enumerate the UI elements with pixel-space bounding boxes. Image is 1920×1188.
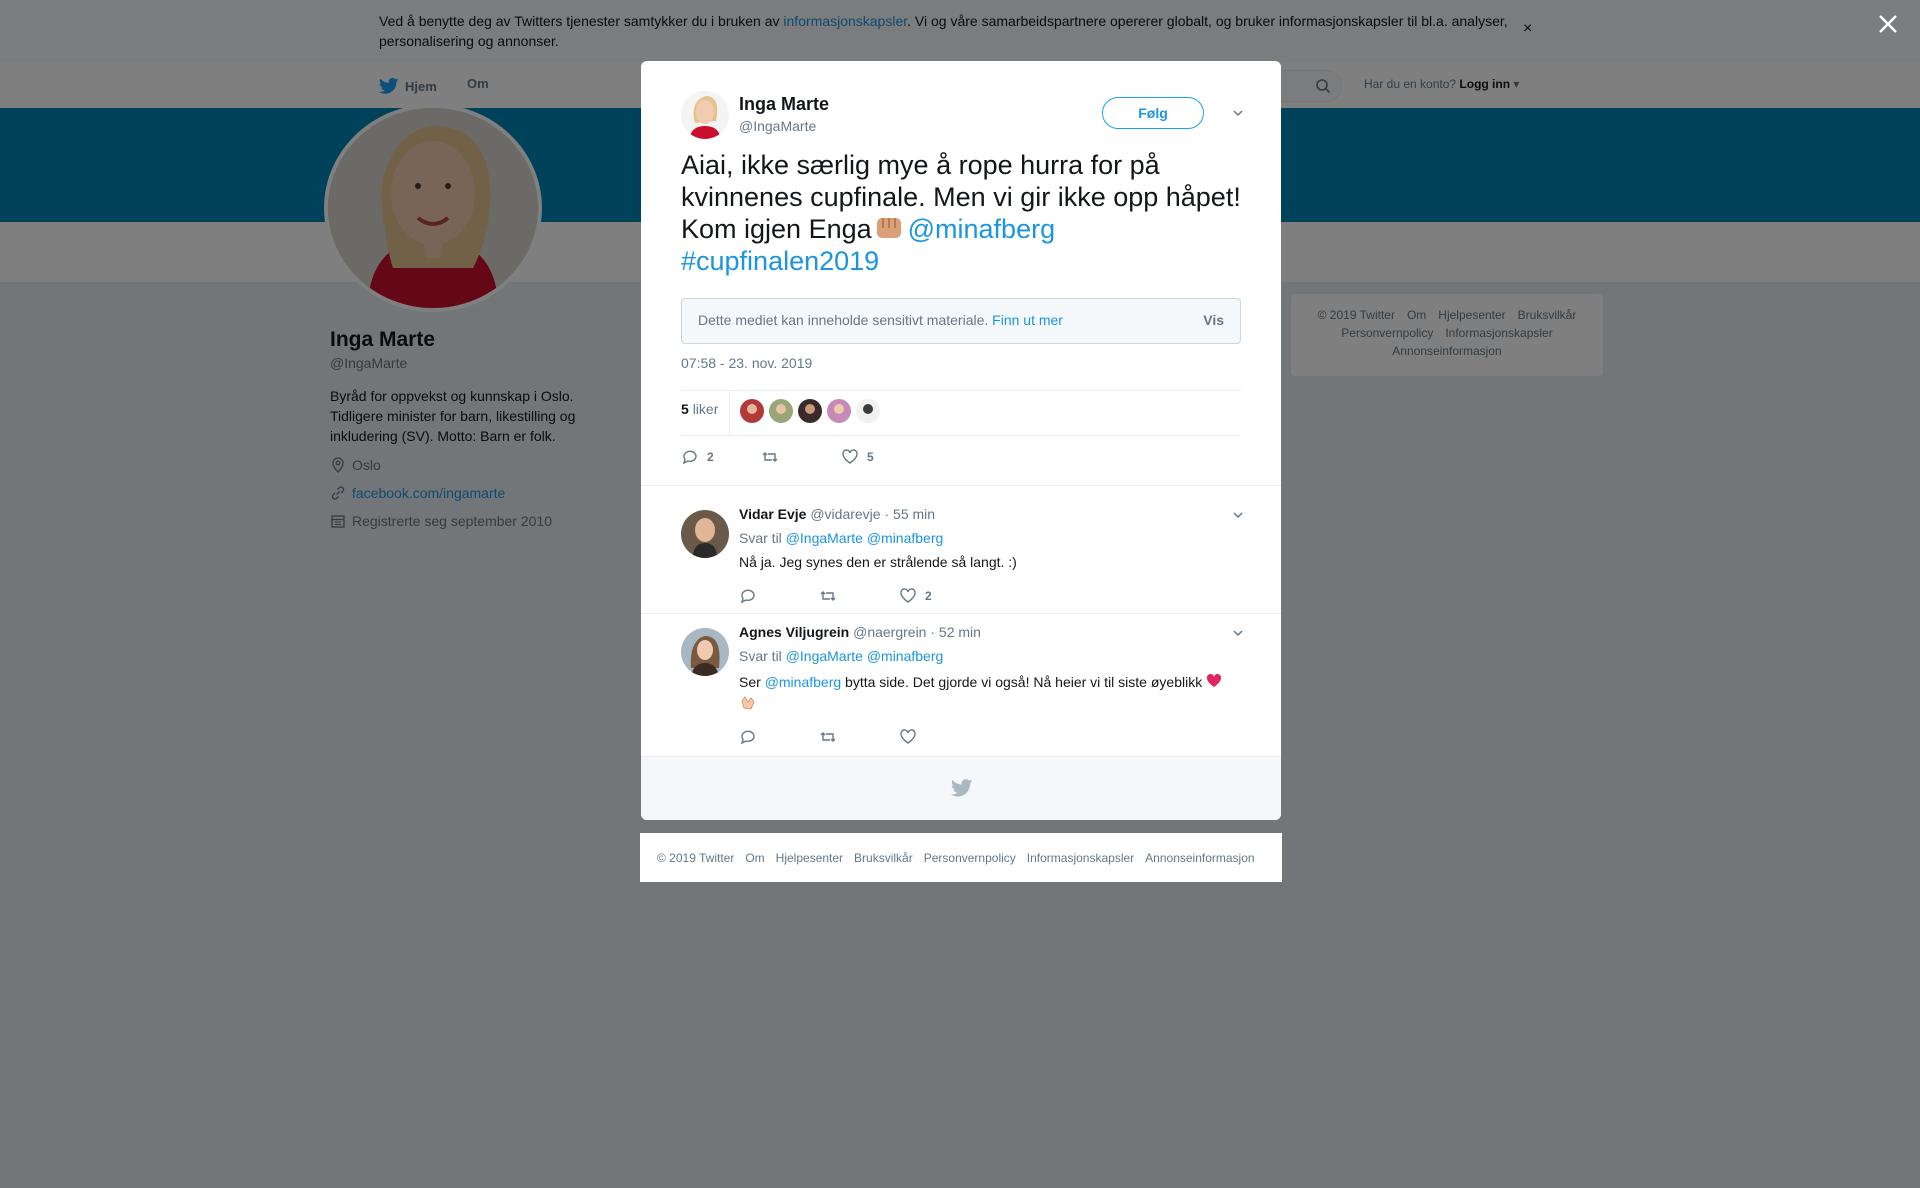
footer-link[interactable]: Bruksvilkår [854, 851, 913, 865]
tweet-hashtag-link[interactable]: #cupfinalen2019 [681, 246, 879, 276]
chevron-down-icon[interactable] [1231, 626, 1245, 640]
reply-action[interactable] [739, 728, 757, 746]
twitter-bird-icon [951, 779, 973, 797]
close-icon[interactable] [1874, 10, 1902, 38]
reply-icon [740, 589, 755, 604]
liker-avatar[interactable] [827, 399, 851, 423]
like-action[interactable]: 2 [899, 587, 932, 605]
reply-avatar[interactable] [681, 510, 729, 558]
reply-author-handle[interactable]: @vidarevje [810, 506, 880, 522]
retweet-action[interactable] [819, 587, 837, 605]
reply-to-line: Svar til @IngaMarte @minafberg [739, 648, 944, 664]
retweet-icon [820, 591, 836, 601]
reply-tweet[interactable]: Agnes Viljugrein @naergrein · 52 min Sva… [641, 613, 1281, 757]
reply-time[interactable]: · 55 min [884, 506, 935, 522]
fist-emoji-icon [876, 218, 901, 238]
tweet-modal: Inga Marte @IngaMarte Følg Aiai, ikke sæ… [641, 61, 1281, 820]
tweet-author-name[interactable]: Inga Marte [739, 94, 829, 115]
reply-to-link[interactable]: @IngaMarte @minafberg [786, 648, 944, 664]
tweet-author-handle[interactable]: @IngaMarte [739, 118, 816, 134]
reply-action[interactable]: 2 [681, 448, 714, 466]
footer-link[interactable]: Personvernpolicy [924, 851, 1016, 865]
liker-avatars [740, 399, 880, 423]
learn-more-link[interactable]: Finn ut mer [992, 312, 1063, 328]
avatar-photo [681, 91, 729, 139]
footer-link[interactable]: Informasjonskapsler [1027, 851, 1134, 865]
liker-avatar[interactable] [856, 399, 880, 423]
sensitive-media-warning: Dette mediet kan inneholde sensitivt mat… [681, 298, 1241, 344]
divider [681, 435, 1241, 436]
heart-icon [900, 729, 916, 744]
tweet-mention-link[interactable]: @minafberg [908, 214, 1055, 244]
divider [729, 391, 730, 435]
footer-link[interactable]: © 2019 Twitter [657, 851, 734, 865]
tweet-timestamp[interactable]: 07:58 - 23. nov. 2019 [681, 355, 812, 371]
tweet-text: Aiai, ikke særlig mye å rope hurra for p… [681, 150, 1241, 276]
show-media-button[interactable]: Vis [1203, 312, 1224, 328]
heart-icon [900, 588, 916, 603]
liker-avatar[interactable] [740, 399, 764, 423]
reply-text: Nå ja. Jeg synes den er strålende så lan… [739, 554, 1017, 570]
clapping-emoji-icon [741, 696, 755, 710]
reply-icon [682, 450, 697, 465]
footer-link[interactable]: Om [745, 851, 764, 865]
retweet-action[interactable] [819, 728, 837, 746]
tweet-author-avatar[interactable] [681, 91, 729, 139]
retweet-icon [762, 452, 778, 462]
reply-header: Vidar Evje @vidarevje · 55 min [739, 506, 935, 522]
footer-link[interactable]: Hjelpesenter [776, 851, 843, 865]
retweet-action[interactable] [761, 448, 779, 466]
reply-avatar[interactable] [681, 628, 729, 676]
divider [681, 390, 1241, 391]
follow-button[interactable]: Følg [1102, 97, 1204, 129]
reply-icon [740, 730, 755, 745]
reply-author-name[interactable]: Vidar Evje [739, 506, 806, 522]
retweet-icon [820, 732, 836, 742]
liker-avatar[interactable] [798, 399, 822, 423]
like-action[interactable] [899, 728, 925, 746]
reply-to-link[interactable]: @IngaMarte @minafberg [786, 530, 944, 546]
reply-author-name[interactable]: Agnes Viljugrein [739, 624, 849, 640]
reply-to-line: Svar til @IngaMarte @minafberg [739, 530, 944, 546]
chevron-down-icon[interactable] [1231, 508, 1245, 522]
modal-footer: © 2019 Twitter Om Hjelpesenter Bruksvilk… [640, 833, 1282, 882]
reply-header: Agnes Viljugrein @naergrein · 52 min [739, 624, 981, 640]
reply-author-handle[interactable]: @naergrein [853, 624, 926, 640]
likes-count[interactable]: 5 liker [681, 401, 718, 417]
reply-tweet[interactable]: Vidar Evje @vidarevje · 55 min Svar til … [641, 485, 1281, 576]
modal-bottom-bar [641, 756, 1281, 820]
reply-mention-link[interactable]: @minafberg [765, 674, 841, 690]
reply-action[interactable] [739, 587, 757, 605]
heart-emoji-icon [1207, 673, 1222, 687]
reply-time[interactable]: · 52 min [930, 624, 981, 640]
liker-avatar[interactable] [769, 399, 793, 423]
footer-link[interactable]: Annonseinformasjon [1145, 851, 1254, 865]
like-action[interactable]: 5 [841, 448, 874, 466]
reply-text: Ser @minafberg bytta side. Det gjorde vi… [739, 672, 1239, 717]
chevron-down-icon[interactable] [1231, 106, 1245, 120]
heart-icon [842, 449, 858, 464]
